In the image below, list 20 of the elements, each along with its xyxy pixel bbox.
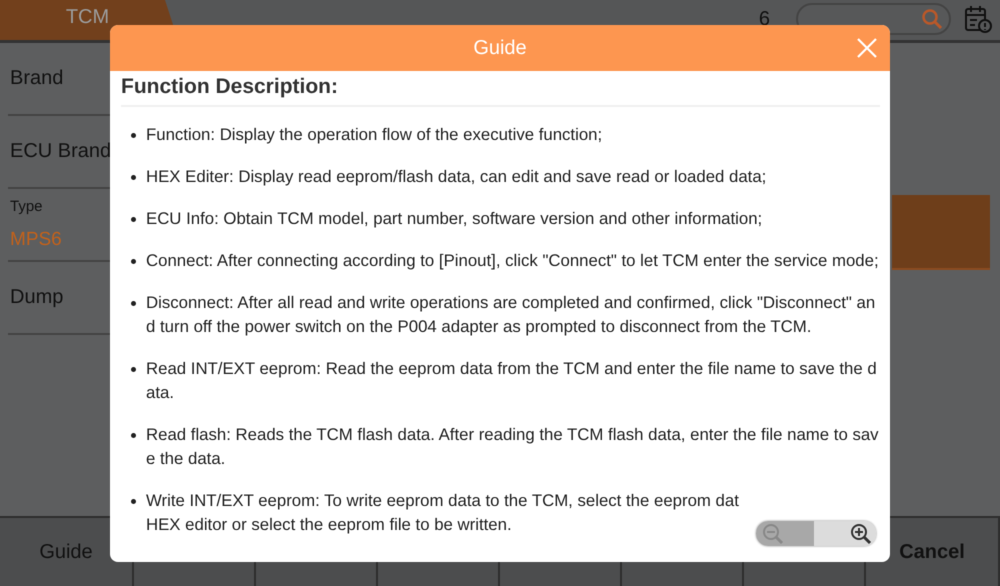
guide-item: Function: Display the operation flow of the executive function; <box>146 124 602 146</box>
dialog-title: Guide <box>473 36 527 60</box>
guide-item: Read flash: Reads the TCM flash data. After reading the TCM flash data, enter the file name to save the data. <box>146 424 880 470</box>
zoom-control[interactable] <box>756 521 876 546</box>
guide-item: Read INT/EXT eeprom: Read the eeprom data from the TCM and enter the file name to save the data. <box>146 358 878 404</box>
section-heading: Function Description: <box>121 71 880 107</box>
zoom-out-icon[interactable] <box>762 522 784 544</box>
count: 6 <box>758 8 770 31</box>
guide-item: Write INT/EXT eeprom: To write eeprom data to the TCM, select the eeprom dat <box>146 490 739 512</box>
guide-item: ECU Info: Obtain TCM model, part number, software version and other information; <box>146 208 762 230</box>
guide-item: Connect: After connecting according to [Pinout], click "Connect" to let TCM enter the service mode; <box>146 250 879 272</box>
guide-item: HEX Editer: Display read eeprom/flash data, can edit and save read or loaded data; <box>146 166 766 188</box>
calendar-icon[interactable] <box>964 4 992 34</box>
close-icon[interactable] <box>856 37 878 59</box>
guide-item: HEX editor or select the eeprom file to be written. <box>146 514 513 536</box>
guide-item: Disconnect: After all read and write operations are completed and confirmed, click "Disconnect" and turn off the power switch on the P004 adapter as prompted to disconnect from the TCM. <box>146 292 876 338</box>
search-icon <box>921 8 943 30</box>
field-value: MPS6 <box>10 229 63 251</box>
zoom-in-icon[interactable] <box>850 522 872 544</box>
field-label: Type <box>10 198 44 215</box>
